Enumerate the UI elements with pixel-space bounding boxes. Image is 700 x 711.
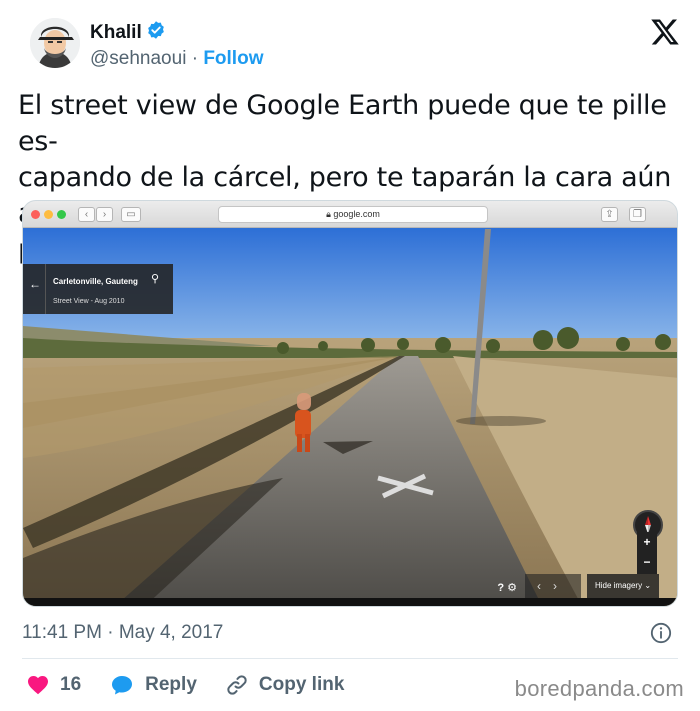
chevron-down-icon: ⌄	[644, 581, 652, 590]
zoom-in-button[interactable]: +	[637, 532, 657, 552]
divider	[22, 658, 678, 659]
tweet-header: Khalil @sehnaoui · Follow	[30, 14, 680, 76]
copy-link-button[interactable]: Copy link	[225, 673, 345, 697]
hide-imagery-button[interactable]: Hide imagery ⌄	[587, 574, 659, 598]
sidebar-icon: ▭	[121, 207, 141, 222]
location-name: Carletonville, Gauteng	[53, 277, 138, 286]
author-handle-row: @sehnaoui · Follow	[90, 48, 263, 70]
tweet-actions: 16 Reply Copy link	[26, 672, 372, 698]
like-count: 16	[60, 674, 82, 695]
back-arrow-icon: ‹	[78, 207, 95, 222]
follow-button[interactable]: Follow	[203, 48, 263, 69]
dot-separator: ·	[107, 622, 114, 643]
map-pin-icon: ⚲	[151, 273, 160, 285]
tabs-icon: ❐	[629, 207, 646, 222]
help-icon[interactable]: ?	[497, 582, 504, 594]
forward-arrow-icon: ›	[96, 207, 113, 222]
gear-icon[interactable]: ⚙	[507, 582, 517, 594]
link-icon	[225, 673, 249, 697]
tweet-date: May 4, 2017	[118, 622, 224, 643]
x-logo-icon[interactable]	[650, 18, 680, 46]
dot-separator: ·	[191, 48, 199, 69]
chevron-left-icon[interactable]: ‹	[537, 579, 553, 593]
author-name-row: Khalil	[90, 20, 166, 45]
watermark: boredpanda.com	[514, 676, 684, 701]
reply-button[interactable]: Reply	[109, 673, 197, 697]
like-button[interactable]: 16	[26, 673, 81, 697]
minimize-dot-icon	[44, 210, 53, 219]
author-name[interactable]: Khalil	[90, 22, 142, 44]
chevron-right-icon[interactable]: ›	[553, 579, 569, 593]
browser-toolbar: ‹ › ▭ 🔒︎ google.com ⇪ ❐	[23, 201, 677, 228]
zoom-out-button[interactable]: −	[637, 552, 657, 572]
maximize-dot-icon	[57, 210, 66, 219]
share-icon: ⇪	[601, 207, 618, 222]
imagery-arrows: ‹›	[525, 574, 581, 598]
verified-badge-icon	[146, 20, 166, 45]
zoom-control: + −	[637, 532, 657, 574]
close-dot-icon	[31, 210, 40, 219]
info-icon[interactable]	[650, 622, 672, 644]
back-arrow-icon[interactable]: ←	[29, 277, 41, 291]
reply-bubble-icon	[109, 673, 135, 697]
tweet-time: 11:41 PM	[22, 622, 102, 643]
capture-date: Street View - Aug 2010	[53, 298, 125, 305]
url-text: google.com	[333, 209, 380, 219]
copy-link-label: Copy link	[258, 674, 345, 695]
reply-label: Reply	[145, 674, 197, 695]
divider	[45, 264, 46, 314]
tweet-media-image[interactable]: ‹ › ▭ 🔒︎ google.com ⇪ ❐ ← Carletonville,…	[22, 200, 678, 607]
help-settings-icons: ? ⚙	[497, 581, 517, 594]
tweet-timestamp[interactable]: 11:41 PM · May 4, 2017	[22, 622, 223, 644]
hide-imagery-label: Hide imagery	[594, 581, 643, 590]
url-bar: 🔒︎ google.com	[218, 206, 488, 223]
author-handle[interactable]: @sehnaoui	[90, 48, 186, 69]
street-view-location-card[interactable]: ← Carletonville, Gauteng ⚲ Street View -…	[23, 264, 173, 314]
street-view-scene: ← Carletonville, Gauteng ⚲ Street View -…	[23, 228, 677, 606]
heart-icon	[26, 673, 50, 697]
avatar[interactable]	[30, 18, 80, 68]
